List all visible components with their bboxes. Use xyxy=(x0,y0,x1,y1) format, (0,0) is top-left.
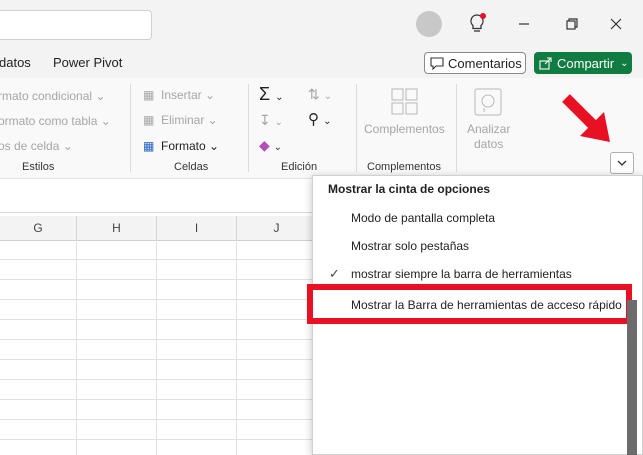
sort-filter-icon[interactable]: ⇅ ⌄ xyxy=(308,86,332,103)
red-highlight-annotation xyxy=(307,284,632,324)
group-label-complementos: Complementos xyxy=(367,161,441,173)
grid-line xyxy=(76,240,77,455)
grid-line xyxy=(236,240,237,455)
group-separator xyxy=(456,84,457,172)
format-cells-icon: ▦ xyxy=(143,139,155,153)
chevron-down-icon xyxy=(617,160,627,166)
tab-power-pivot[interactable]: Power Pivot xyxy=(53,55,122,70)
autosum-icon[interactable]: Σ ⌄ xyxy=(259,84,284,105)
share-label: Compartir xyxy=(557,55,615,71)
minimize-icon[interactable] xyxy=(514,14,534,34)
restore-icon[interactable] xyxy=(561,14,581,34)
check-icon: ✓ xyxy=(329,266,340,281)
column-header-h[interactable]: H xyxy=(77,216,157,240)
red-arrow-annotation xyxy=(560,92,616,151)
menu-item-tabs-only[interactable]: Mostrar solo pestañas xyxy=(351,239,469,253)
find-icon[interactable]: ⚲ ⌄ xyxy=(308,110,332,128)
insert-button[interactable]: ▦ Insertar ⌄ xyxy=(143,88,215,102)
analyze-data-button[interactable]: Analizar xyxy=(467,122,510,136)
menu-title: Mostrar la cinta de opciones xyxy=(328,182,491,196)
insert-cells-icon: ▦ xyxy=(143,88,155,102)
column-header-i[interactable]: I xyxy=(157,216,237,240)
delete-cells-icon: ▦ xyxy=(143,113,155,127)
share-button[interactable]: Compartir ⌄ xyxy=(534,52,632,74)
add-ins-button[interactable]: Complementos xyxy=(364,122,445,136)
cell-styles-button[interactable]: os de celda ⌄ xyxy=(0,139,73,153)
format-button[interactable]: ▦ Formato ⌄ xyxy=(143,139,219,153)
share-icon xyxy=(538,56,554,70)
analyze-data-label-2: datos xyxy=(474,137,504,151)
fill-icon[interactable]: ↧ ⌄ xyxy=(259,112,283,129)
clear-icon[interactable]: ◆ ⌄ xyxy=(259,137,282,154)
comments-label: Comentarios xyxy=(448,55,522,71)
add-ins-icon xyxy=(391,88,419,119)
group-separator xyxy=(248,84,249,172)
menu-item-always-show[interactable]: mostrar siempre la barra de herramientas xyxy=(351,267,572,281)
group-separator xyxy=(130,84,131,172)
column-header-g[interactable]: G xyxy=(0,216,77,240)
close-icon[interactable] xyxy=(606,14,626,34)
ribbon-display-options-button[interactable] xyxy=(610,152,634,174)
search-box[interactable] xyxy=(0,10,152,40)
group-label-celdas: Celdas xyxy=(174,161,209,173)
analyze-data-icon xyxy=(474,88,502,119)
delete-button[interactable]: ▦ Eliminar ⌄ xyxy=(143,113,218,127)
conditional-format-button[interactable]: rmato condicional ⌄ xyxy=(0,89,105,103)
group-label-edicion: Edición xyxy=(281,161,318,173)
column-header-j[interactable]: J xyxy=(237,216,317,240)
scrollbar[interactable] xyxy=(627,300,637,455)
menu-item-full-screen[interactable]: Modo de pantalla completa xyxy=(351,211,495,225)
tab-datos[interactable]: datos xyxy=(0,55,31,70)
group-separator xyxy=(356,84,357,172)
chevron-down-icon: ⌄ xyxy=(620,57,629,69)
lightbulb-icon[interactable] xyxy=(466,12,488,36)
user-avatar[interactable] xyxy=(416,11,442,37)
grid-line xyxy=(156,240,157,455)
group-label-estilos: Estilos xyxy=(22,161,55,173)
format-as-table-button[interactable]: ormato como tabla ⌄ xyxy=(0,114,111,128)
comments-button[interactable]: Comentarios xyxy=(424,52,526,74)
comment-icon xyxy=(429,56,445,71)
